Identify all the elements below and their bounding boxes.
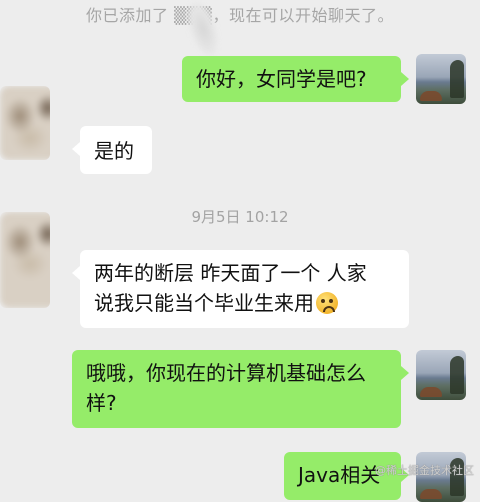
time-separator: 9月5日 10:12 <box>191 208 289 226</box>
message-line: 样? <box>86 391 117 415</box>
my-avatar[interactable] <box>416 350 466 400</box>
sent-message-bubble[interactable]: 你好，女同学是吧? <box>182 56 409 102</box>
crying-face-icon <box>316 292 338 314</box>
received-message-bubble[interactable]: 是的 <box>72 126 152 174</box>
sent-message-bubble[interactable]: 哦哦，你现在的计算机基础怎么 样? <box>72 350 409 428</box>
received-message-bubble[interactable]: 两年的断层 昨天面了一个 人家 说我只能当个毕业生来用 <box>72 250 409 328</box>
message-line: 两年的断层 昨天面了一个 人家 <box>94 261 367 285</box>
watermark: @稀土掘金技术社区 <box>375 464 474 477</box>
system-notice: 你已添加了 ▒▒▒，现在可以开始聊天了。 <box>85 6 394 25</box>
contact-avatar[interactable] <box>0 86 50 160</box>
message-text: 你好，女同学是吧? <box>196 67 367 91</box>
message-text: Java相关 <box>298 463 381 487</box>
message-line: 说我只能当个毕业生来用 <box>94 288 395 318</box>
message-text: 是的 <box>94 139 134 163</box>
contact-avatar[interactable] <box>0 212 50 308</box>
my-avatar[interactable] <box>416 54 466 104</box>
message-line: 哦哦，你现在的计算机基础怎么 <box>86 361 366 385</box>
